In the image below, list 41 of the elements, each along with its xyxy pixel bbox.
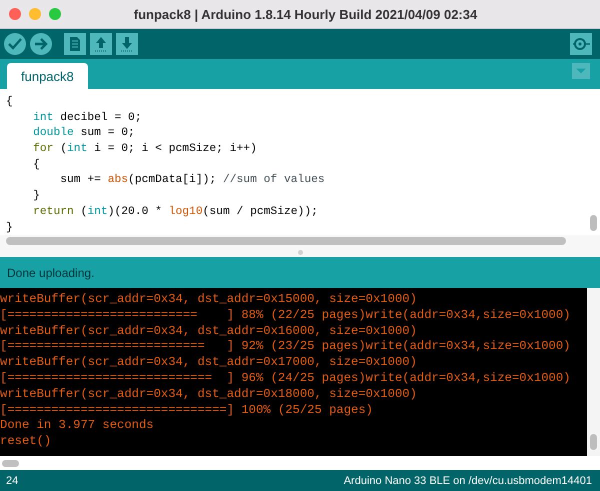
verify-button[interactable] <box>4 33 26 55</box>
scrollbar-thumb[interactable] <box>6 237 566 245</box>
code-line: int decibel = 0; <box>32 110 143 126</box>
console-line: [==============================] 100% (25/25 pages) <box>0 402 374 418</box>
window-title: funpack8 | Arduino 1.8.14 Hourly Build 2021/04/09 02:34 <box>132 6 478 22</box>
board-port-label: Arduino Nano 33 BLE on /dev/cu.usbmodem14401 <box>344 474 592 486</box>
splitter-handle[interactable] <box>298 250 302 254</box>
status-message: Done uploading. <box>7 266 94 280</box>
console-line: reset() <box>0 434 52 450</box>
scrollbar-thumb[interactable] <box>590 215 597 231</box>
caret-icon <box>575 67 587 75</box>
editor-tab[interactable]: funpack8 <box>7 63 88 89</box>
line-number: 24 <box>6 474 18 486</box>
code-line: } <box>32 189 41 204</box>
code-line: { <box>32 158 41 173</box>
code-line: } <box>6 220 14 235</box>
tab-menu-button[interactable] <box>572 63 590 79</box>
code-editor[interactable]: { int decibel = 0; double sum = 0; for (int i = 0; i < pcmSize; i++) { sum += abs(pcmData[i]); //sum of values } return (int)(20.0 * log10(sum / pcmSize)); } <box>0 89 600 235</box>
console-line: [=========================== ] 92% (23/25 pages)write(addr=0x34,size=0x1000) <box>0 339 572 356</box>
serial-monitor-button[interactable] <box>570 33 592 55</box>
code-line: { <box>6 95 14 110</box>
console-line: writeBuffer(scr_addr=0x34, dst_addr=0x17000, size=0x1000) <box>0 355 418 371</box>
console-line: writeBuffer(scr_addr=0x34, dst_addr=0x16000, size=0x1000) <box>0 324 418 340</box>
scrollbar-thumb[interactable] <box>590 434 597 450</box>
console-line: [============================ ] 96% (24/25 pages)write(addr=0x34,size=0x1000) <box>0 370 572 387</box>
upload-button[interactable] <box>30 33 52 55</box>
open-button[interactable] <box>90 33 112 55</box>
code-line: return (int)(20.0 * log10(sum / pcmSize)); <box>32 204 319 220</box>
console-line: [========================== ] 88% (22/25 pages)write(addr=0x34,size=0x1000) <box>0 308 572 324</box>
minimize-button[interactable] <box>29 8 41 20</box>
zoom-button[interactable] <box>49 8 61 20</box>
code-line: sum += abs(pcmData[i]); //sum of values <box>59 173 326 188</box>
code-line: for (int i = 0; i < pcmSize; i++) <box>32 142 258 158</box>
console-line: Done in 3.977 seconds <box>0 418 155 434</box>
console-line: writeBuffer(scr_addr=0x34, dst_addr=0x18000, size=0x1000) <box>0 386 418 403</box>
scrollbar-thumb[interactable] <box>2 460 19 466</box>
console-line: writeBuffer(scr_addr=0x34, dst_addr=0x15000, size=0x1000) <box>0 292 418 308</box>
code-line: double sum = 0; <box>32 126 136 142</box>
new-button[interactable] <box>64 33 86 55</box>
save-button[interactable] <box>116 33 138 55</box>
close-button[interactable] <box>9 8 21 20</box>
